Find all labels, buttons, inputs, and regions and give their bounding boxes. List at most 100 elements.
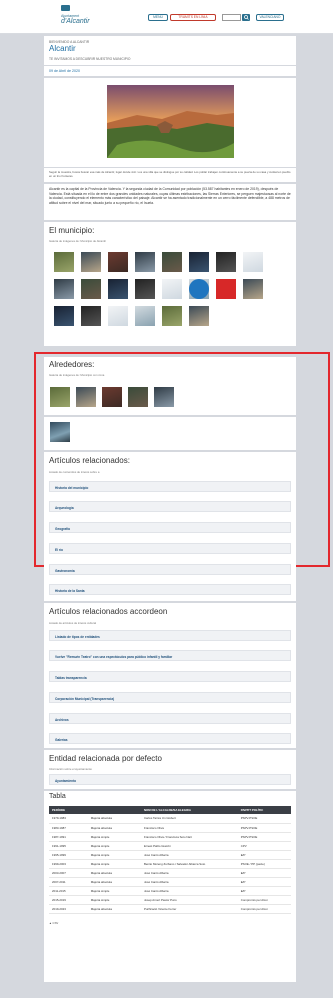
table-cell: José Cantó Albarra: [140, 877, 238, 887]
gallery-thumbnail[interactable]: [81, 306, 101, 326]
article-link[interactable]: Arqueología: [49, 501, 291, 512]
tabla-title: Tabla: [49, 793, 66, 800]
article-link[interactable]: Geografía: [49, 522, 291, 533]
crest-icon: [61, 5, 70, 11]
table-cell: José Cantó Albarra: [140, 850, 238, 860]
table-cell: 2011-2015: [49, 886, 88, 896]
table-cell: José Cantó Albarra: [140, 868, 238, 878]
table-cell: Josep Arnert Pastor Pons: [140, 895, 238, 905]
page-title: Alcantir: [49, 44, 76, 53]
gallery-thumbnail[interactable]: [189, 306, 209, 326]
table-header: PERÍODE: [49, 806, 88, 814]
table-cell: Majoria simple: [87, 850, 141, 860]
csv-link[interactable]: ▲ CSV: [49, 921, 58, 925]
gallery-thumbnail[interactable]: [162, 306, 182, 326]
gallery-thumbnail[interactable]: [108, 279, 128, 299]
table-cell: Majoria simple: [87, 841, 141, 851]
table-row: 2011-2015 Majoria simple José Cantó Albarr…: [49, 886, 291, 896]
accordeon-title: Artículos relacionados accordeon: [49, 607, 168, 616]
accordion-item[interactable]: Vuelve "Remuén Teatro" con una espectácu…: [49, 650, 291, 661]
image-caption: Seguir la muestra, busca buscar esa más …: [49, 170, 291, 178]
table-cell: 1983-1987: [49, 823, 88, 833]
search-button[interactable]: [242, 14, 250, 21]
gallery-thumbnail[interactable]: [216, 252, 236, 272]
table-header: PARTIT POLÍTIC: [237, 806, 291, 814]
accordion-item[interactable]: Tablas transparencia: [49, 671, 291, 682]
table-cell: 2015-2019: [49, 895, 88, 905]
table-cell: 1979-1983: [49, 814, 88, 824]
accordion-item[interactable]: Galerías: [49, 733, 291, 744]
table-cell: Majoria absoluta: [87, 904, 141, 914]
gallery-thumbnail[interactable]: [108, 306, 128, 326]
gallery-thumbnail[interactable]: [108, 252, 128, 272]
alrededores-gallery: Alrededores: Galería de imágenes de: Mun…: [44, 357, 296, 415]
gallery-thumbnail[interactable]: [54, 252, 74, 272]
accordion-item[interactable]: Archivos: [49, 713, 291, 724]
gallery-thumbnail[interactable]: [162, 252, 182, 272]
article-link[interactable]: El río: [49, 543, 291, 554]
article-link[interactable]: Historia del municipio: [49, 481, 291, 492]
table-cell: 2007-2011: [49, 877, 88, 887]
gallery-thumbnail[interactable]: [50, 422, 70, 442]
gallery-thumbnail[interactable]: [81, 252, 101, 272]
gallery-thumbnail[interactable]: [128, 387, 148, 407]
table-cell: Majoria absoluta: [87, 868, 141, 878]
table-cell: 1999-2003: [49, 859, 88, 869]
gallery-thumbnail[interactable]: [243, 252, 263, 272]
site-header: Ajuntament d'Alcantir MENÚ TRÀMITS EN LÍ…: [0, 0, 333, 34]
gallery-thumbnail[interactable]: [162, 279, 182, 299]
gallery-thumbnail[interactable]: [135, 252, 155, 272]
municipio-subtitle: Galería de imágenes de: Municipio de Alc…: [49, 239, 107, 243]
gallery-thumbnail[interactable]: [154, 387, 174, 407]
gallery-thumbnail[interactable]: [76, 387, 96, 407]
search-input[interactable]: [222, 14, 241, 21]
municipio-title: El municipio:: [49, 226, 95, 235]
accordion-item[interactable]: Listado de tipos de entidades: [49, 630, 291, 641]
search-icon: [243, 15, 249, 20]
table-row: 1999-2003 Majoria simple Benito Moreng Zur…: [49, 859, 291, 869]
table-cell: Majoria absoluta: [87, 814, 141, 824]
accordion-item[interactable]: Corporación Municipal (Transparencia): [49, 692, 291, 703]
site-logo[interactable]: Ajuntament d'Alcantir: [61, 5, 91, 29]
table-row: 1979-1983 Majoria absoluta Carlos Tarrés U…: [49, 814, 291, 824]
publish-date: 09 de Abril de 2020: [49, 69, 80, 73]
table-cell: Ernest Pablo Giambi: [140, 841, 238, 851]
entity-link[interactable]: Ayuntamiento: [49, 774, 291, 785]
table-cell: 2003-2007: [49, 868, 88, 878]
gallery-thumbnail[interactable]: [81, 279, 101, 299]
gallery-thumbnail[interactable]: [135, 306, 155, 326]
gallery-thumbnail[interactable]: [50, 387, 70, 407]
table-cell: E/P: [237, 886, 291, 896]
description-panel: Alcantir es la capital de la Provincia d…: [44, 184, 296, 220]
table-row: 1987-1991 Majoria simple Francisco Oliva /…: [49, 832, 291, 842]
table-header: NOM DE L'ALCALDE/SA ELEGIDA: [140, 806, 238, 814]
table-cell: PSPV-PSOE: [237, 814, 291, 824]
entidad-panel: Entidad relacionada por defecto Informac…: [44, 750, 296, 789]
menu-button[interactable]: MENÚ: [148, 14, 168, 21]
table-cell: 2019-2023: [49, 904, 88, 914]
table-cell: Francisco Oliva: [140, 823, 238, 833]
online-procedures-button[interactable]: TRÀMITS EN LÍNIA: [170, 14, 216, 21]
gallery-thumbnail[interactable]: [135, 279, 155, 299]
logo-text-bottom: d'Alcantir: [61, 18, 90, 25]
gallery-thumbnail[interactable]: [54, 279, 74, 299]
article-link[interactable]: Gastronomía: [49, 564, 291, 575]
single-image-panel: [44, 417, 296, 450]
table-row: 2003-2007 Majoria absoluta José Cantó Alba…: [49, 868, 291, 878]
gallery-thumbnail[interactable]: [102, 387, 122, 407]
party-logo-icon[interactable]: [189, 279, 209, 299]
party-logo-icon[interactable]: [216, 279, 236, 299]
table-cell: PSPV-PSOE: [237, 832, 291, 842]
page-subtitle: TE INVITAMOS A DESCUBRIR NUESTRO MUNICIP…: [49, 57, 131, 61]
municipio-gallery: El municipio: Galería de imágenes de: Mu…: [44, 222, 296, 346]
table-row: 2015-2019 Majoria simple Josep Arnert Past…: [49, 895, 291, 905]
language-button[interactable]: VALENCIANO: [256, 14, 284, 21]
gallery-thumbnail[interactable]: [189, 252, 209, 272]
table-row: 1983-1987 Majoria absoluta Francisco Oliva…: [49, 823, 291, 833]
article-link[interactable]: Historia de la Santa: [49, 584, 291, 595]
gallery-thumbnail[interactable]: [243, 279, 263, 299]
table-cell: E/P: [237, 850, 291, 860]
table-cell: Majoria simple: [87, 859, 141, 869]
gallery-thumbnail[interactable]: [54, 306, 74, 326]
alrededores-title: Alrededores:: [49, 360, 95, 369]
